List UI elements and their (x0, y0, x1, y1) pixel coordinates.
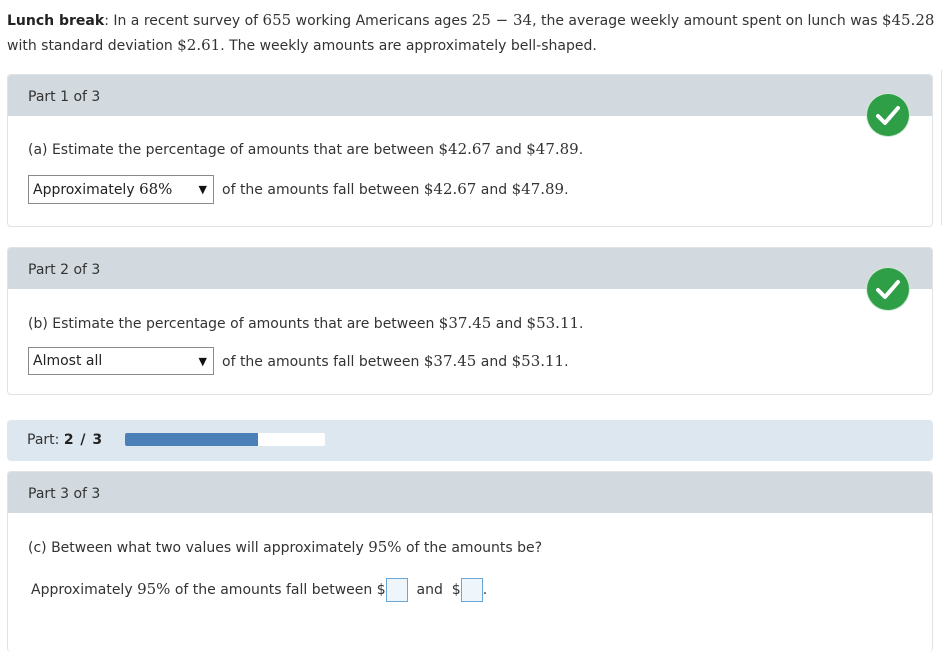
scroll-edge (941, 70, 942, 225)
part-2-card: Part 2 of 3 (b) Estimate the percentage … (7, 247, 933, 395)
answer-text: of the amounts fall between (170, 582, 377, 598)
part-1-card: Part 1 of 3 (a) Estimate the percentage … (7, 74, 933, 227)
upper-value-input[interactable] (460, 578, 483, 602)
progress-track (125, 433, 325, 446)
progress-fill (125, 433, 259, 446)
triangle-down-icon: ▼ (198, 183, 207, 196)
lower-bound: $42.67 (438, 140, 491, 158)
question-text: and (491, 316, 527, 332)
intro-text: working Americans ages (291, 13, 472, 29)
age-range: 25 − 34 (471, 11, 533, 29)
lower-bound: $37.45 (423, 352, 477, 370)
part-3-header: Part 3 of 3 (8, 472, 932, 513)
answer-text: . (564, 182, 569, 198)
answer-text: and (416, 582, 443, 598)
progress-label-text: Part: (27, 432, 64, 448)
dollar-sign: $ (451, 582, 461, 598)
question-text: (b) Estimate the percentage of amounts t… (28, 316, 439, 332)
check-circle-icon (867, 94, 909, 136)
progress-section: Part: 2 / 3 (7, 420, 933, 461)
part-1-header: Part 1 of 3 (8, 75, 932, 116)
mean-value: $45.28 (881, 11, 935, 29)
upper-bound: $47.89 (511, 180, 565, 198)
part-2-header: Part 2 of 3 (8, 248, 932, 289)
select-text: Approximately (33, 182, 140, 198)
sample-size: 655 (262, 11, 292, 29)
part-2-answer-text: of the amounts fall between $37.45 and $… (222, 352, 569, 370)
answer-text: of the amounts fall between (222, 182, 424, 198)
intro-text: . The weekly amounts are approximately b… (220, 38, 597, 54)
upper-bound: $53.11 (511, 352, 565, 370)
upper-bound: $47.89 (526, 140, 579, 158)
part-2-select[interactable]: Almost all ▼ (28, 347, 214, 375)
answer-text: . (482, 582, 488, 598)
problem-statement: Lunch break: In a recent survey of 655 w… (7, 8, 937, 58)
part-3-card: Part 3 of 3 (c) Between what two values … (7, 471, 933, 652)
check-circle-icon (867, 268, 909, 310)
question-text: (a) Estimate the percentage of amounts t… (28, 142, 439, 158)
intro-text: : In a recent survey of (104, 13, 263, 29)
question-text: of the amounts be? (401, 540, 543, 556)
progress-label: Part: 2 / 3 (27, 432, 103, 448)
question-text: . (579, 316, 584, 332)
sd-value: $2.61 (177, 36, 221, 54)
part-3-question: (c) Between what two values will approxi… (28, 538, 542, 556)
triangle-down-icon: ▼ (198, 355, 207, 368)
answer-text: of the amounts fall between (222, 354, 424, 370)
question-text: (c) Between what two values will approxi… (28, 540, 369, 556)
dollar-sign: $ (376, 582, 386, 598)
select-percentage: 68% (139, 180, 173, 198)
problem-title: Lunch break (7, 13, 105, 29)
percentage: 95% (368, 538, 402, 556)
part-1-select[interactable]: Approximately 68% ▼ (28, 175, 214, 204)
question-text: . (578, 142, 584, 158)
part-2-question: (b) Estimate the percentage of amounts t… (28, 314, 584, 332)
lower-bound: $42.67 (423, 180, 477, 198)
answer-text: and (476, 182, 512, 198)
answer-text: Approximately (31, 582, 138, 598)
progress-value: 2 / 3 (63, 432, 104, 448)
question-text: and (490, 142, 527, 158)
intro-text: with standard deviation (7, 38, 178, 54)
answer-text: and (476, 354, 512, 370)
part-3-answer-line: Approximately 95% of the amounts fall be… (31, 578, 487, 602)
upper-bound: $53.11 (526, 314, 580, 332)
percentage: 95% (137, 580, 171, 598)
lower-bound: $37.45 (438, 314, 492, 332)
select-text: Almost all (33, 353, 103, 369)
lower-value-input[interactable] (385, 578, 408, 602)
answer-text: . (564, 354, 569, 370)
intro-text: , the average weekly amount spent on lun… (532, 13, 882, 29)
part-1-question: (a) Estimate the percentage of amounts t… (28, 140, 583, 158)
part-1-answer-text: of the amounts fall between $42.67 and $… (222, 180, 569, 198)
